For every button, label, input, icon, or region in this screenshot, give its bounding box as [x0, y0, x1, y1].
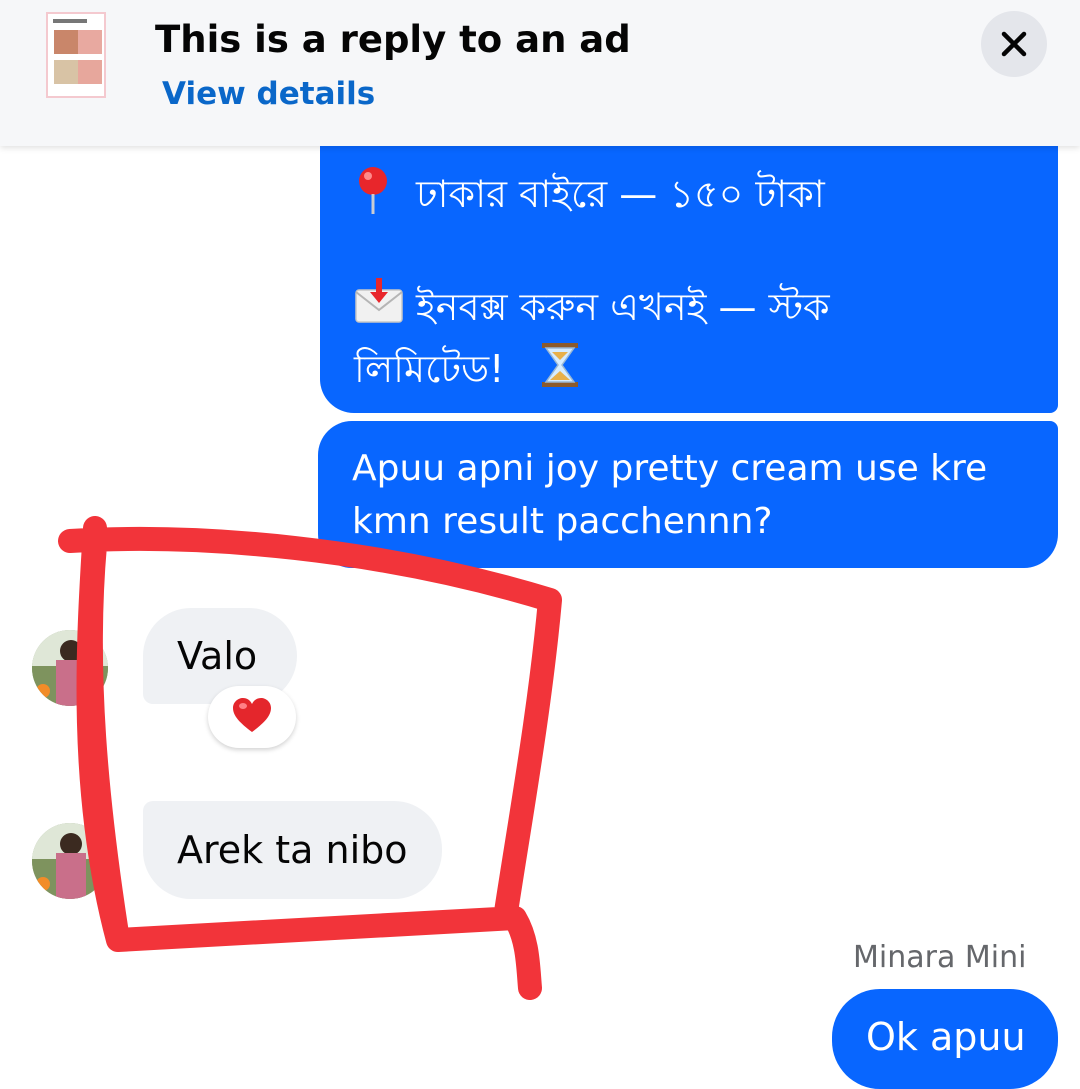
heart-reaction-icon: [233, 698, 271, 732]
ad-thumbnail[interactable]: [46, 12, 106, 98]
round-pushpin-icon: [359, 167, 387, 214]
outgoing-message-text: Ok apuu: [866, 1015, 1026, 1059]
question-line-2: kmn result pacchennn?: [352, 501, 773, 542]
sender-avatar[interactable]: [32, 630, 108, 706]
sender-avatar[interactable]: [32, 823, 108, 899]
close-icon: [1001, 31, 1027, 57]
ad-post-line-2: ইনবক্স করুন এখনই — স্টক: [416, 285, 830, 329]
incoming-message-text: Arek ta nibo: [177, 828, 408, 872]
incoming-message-arek[interactable]: Arek ta nibo: [143, 801, 442, 899]
close-button[interactable]: [981, 11, 1047, 77]
ad-post-line-3: লিমিটেড!: [354, 347, 505, 391]
incoming-message-text: Valo: [177, 634, 258, 678]
ad-reply-banner: This is a reply to an ad View details: [0, 0, 1080, 146]
view-details-link[interactable]: View details: [162, 76, 375, 112]
outgoing-message-ok[interactable]: Ok apuu: [832, 989, 1058, 1089]
hourglass-icon: [542, 343, 578, 387]
ad-post-bubble[interactable]: ঢাকার বাইরে — ১৫০ টাকা ইনবক্স করুন এখনই …: [320, 100, 1058, 413]
envelope-with-arrow-icon: [355, 278, 403, 323]
question-line-1: Apuu apni joy pretty cream use kre: [352, 448, 988, 489]
question-bubble[interactable]: Apuu apni joy pretty cream use kre kmn r…: [318, 421, 1058, 568]
heart-reaction[interactable]: [208, 686, 296, 748]
ad-post-line-1: ঢাকার বাইরে — ১৫০ টাকা: [416, 172, 825, 216]
sender-name: Minara Mini: [853, 940, 1027, 975]
banner-title: This is a reply to an ad: [155, 18, 631, 61]
